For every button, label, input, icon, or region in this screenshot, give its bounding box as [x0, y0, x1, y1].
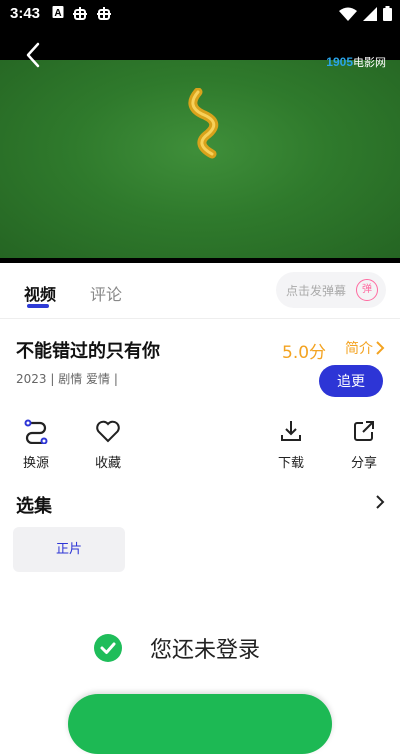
episode-item[interactable]: 正片: [13, 527, 125, 572]
intro-link[interactable]: 简介: [345, 338, 385, 358]
movie-title: 不能错过的只有你: [16, 341, 160, 362]
logo-brand: 1905: [326, 55, 353, 69]
video-logo: 1905电影网: [326, 54, 386, 70]
signal-icon: [363, 6, 377, 21]
bug-icon: [72, 5, 88, 25]
logo-text: 电影网: [353, 57, 386, 69]
login-button[interactable]: [68, 694, 332, 754]
switch-source-icon: [24, 419, 48, 444]
switch-source-button[interactable]: 换源: [10, 418, 62, 471]
movie-meta: 2023 | 剧情 爱情 |: [16, 372, 118, 386]
tab-video[interactable]: 视频: [24, 281, 56, 305]
intro-label: 简介: [345, 341, 373, 357]
back-arrow-icon[interactable]: [22, 40, 46, 70]
favorite-button[interactable]: 收藏: [82, 418, 134, 471]
switch-source-label: 换源: [22, 456, 49, 471]
status-time: 3:43: [10, 5, 41, 22]
danmu-input[interactable]: 点击发弹幕 弹: [276, 272, 386, 308]
login-prompt-text: 您还未登录: [150, 638, 261, 663]
tab-comments[interactable]: 评论: [90, 281, 122, 305]
status-bar: 3:43 A: [0, 0, 400, 28]
favorite-label: 收藏: [94, 456, 121, 471]
danmu-placeholder: 点击发弹幕: [286, 284, 347, 298]
download-label: 下载: [277, 456, 304, 471]
chevron-right-icon: [376, 341, 385, 355]
active-tab-indicator: [27, 304, 49, 308]
wifi-icon: [339, 7, 357, 21]
movie-score: 5.0分: [282, 343, 327, 363]
share-button[interactable]: 分享: [338, 418, 390, 471]
golden-emblem-icon: [188, 88, 219, 159]
share-icon: [354, 421, 374, 441]
episodes-section-title: 选集: [16, 496, 52, 517]
chevron-right-icon[interactable]: [374, 494, 386, 510]
download-button[interactable]: 下载: [265, 418, 317, 471]
share-label: 分享: [350, 456, 377, 471]
svg-text:A: A: [54, 8, 61, 19]
download-icon: [281, 421, 301, 441]
video-player[interactable]: 1905电影网: [0, 28, 400, 263]
follow-button[interactable]: 追更: [319, 365, 383, 397]
login-prompt: 您还未登录: [94, 632, 260, 664]
battery-icon: [383, 6, 392, 21]
check-icon: [94, 634, 122, 662]
bug-icon: [96, 5, 112, 25]
danmu-icon[interactable]: 弹: [356, 279, 378, 301]
heart-icon: [96, 420, 120, 443]
notification-a-icon: A: [52, 5, 64, 23]
